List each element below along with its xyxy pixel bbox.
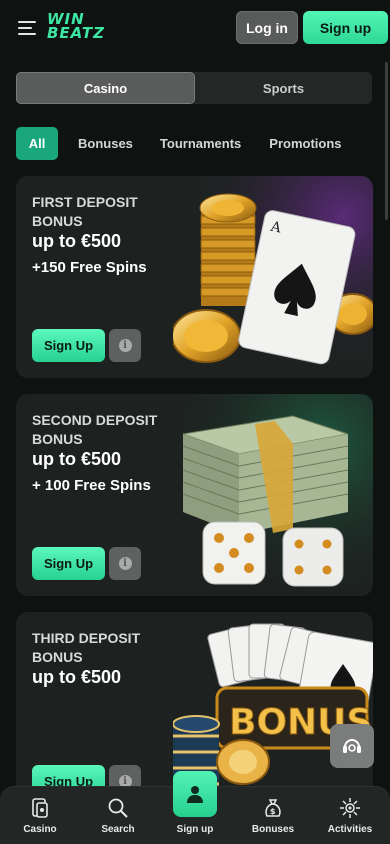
nav-label: Sign up — [176, 824, 214, 835]
info-icon: i — [118, 339, 132, 352]
nav-bonuses[interactable]: $ Bonuses — [234, 787, 312, 844]
card-info-button[interactable]: i — [109, 329, 141, 362]
bonus-card-first-deposit[interactable]: A FIRST DEPOSIT BONUS up to €500 +150 Fr… — [16, 176, 373, 378]
filter-all[interactable]: All — [16, 127, 58, 160]
card-title: FIRST DEPOSIT BONUS — [32, 193, 202, 231]
nav-label: Casino — [23, 824, 57, 835]
signup-button[interactable]: Sign up — [303, 11, 388, 44]
cash-stack-and-dice-illustration — [173, 394, 373, 596]
logo-line-2: BEATZ — [47, 24, 105, 42]
card-amount: up to €500 — [32, 667, 122, 687]
card-amount: up to €500 — [32, 449, 122, 469]
coins-and-ace-card-illustration: A — [173, 176, 373, 378]
card-title-line-1: THIRD DEPOSIT — [32, 630, 141, 646]
filter-promotions[interactable]: Promotions — [269, 127, 341, 160]
card-title-line-2: BONUS — [32, 213, 83, 229]
svg-text:$: $ — [270, 807, 276, 816]
casino-icon — [28, 796, 52, 820]
card-info-button[interactable]: i — [109, 547, 141, 580]
activities-icon — [338, 796, 362, 820]
card-title-line-2: BONUS — [32, 649, 83, 665]
filter-chips: All Bonuses Tournaments Promotions — [16, 127, 342, 160]
search-icon — [106, 796, 130, 820]
filter-tournaments[interactable]: Tournaments — [160, 127, 241, 160]
card-title-line-1: FIRST DEPOSIT — [32, 194, 138, 210]
card-title-line-1: SECOND DEPOSIT — [32, 412, 158, 428]
filter-bonuses[interactable]: Bonuses — [78, 127, 133, 160]
nav-label: Search — [101, 824, 135, 835]
casino-sports-toggle: Casino Sports — [16, 72, 372, 104]
card-signup-button[interactable]: Sign Up — [32, 547, 105, 580]
card-title-line-2: BONUS — [32, 431, 83, 447]
nav-signup-button[interactable] — [173, 771, 217, 817]
card-title: SECOND DEPOSIT BONUS — [32, 411, 202, 449]
user-icon — [187, 786, 203, 803]
card-amount: up to €500 — [32, 231, 122, 251]
nav-search[interactable]: Search — [79, 787, 157, 844]
hamburger-menu-icon[interactable] — [18, 19, 38, 37]
card-spins: +150 Free Spins — [32, 259, 147, 276]
login-button[interactable]: Log in — [236, 11, 298, 44]
money-bag-icon: $ — [261, 796, 285, 820]
card-signup-button[interactable]: Sign Up — [32, 329, 105, 362]
bonus-card-second-deposit[interactable]: SECOND DEPOSIT BONUS up to €500 + 100 Fr… — [16, 394, 373, 596]
nav-casino[interactable]: Casino — [1, 787, 79, 844]
tab-sports[interactable]: Sports — [195, 72, 372, 104]
nav-label: Bonuses — [251, 824, 295, 835]
nav-label: Activities — [327, 824, 373, 835]
page: WIN BEATZ Log in Sign up Casino Sports A… — [0, 0, 390, 844]
support-chat-button[interactable] — [330, 724, 374, 768]
nav-activities[interactable]: Activities — [311, 787, 389, 844]
card-spins: + 100 Free Spins — [32, 477, 151, 494]
headset-icon — [343, 739, 361, 753]
scrollbar[interactable] — [385, 62, 388, 220]
info-icon: i — [118, 557, 132, 570]
card-title: THIRD DEPOSIT BONUS — [32, 629, 202, 667]
header: WIN BEATZ Log in Sign up — [0, 0, 390, 56]
tab-casino[interactable]: Casino — [16, 72, 195, 104]
logo[interactable]: WIN BEATZ — [47, 12, 123, 44]
